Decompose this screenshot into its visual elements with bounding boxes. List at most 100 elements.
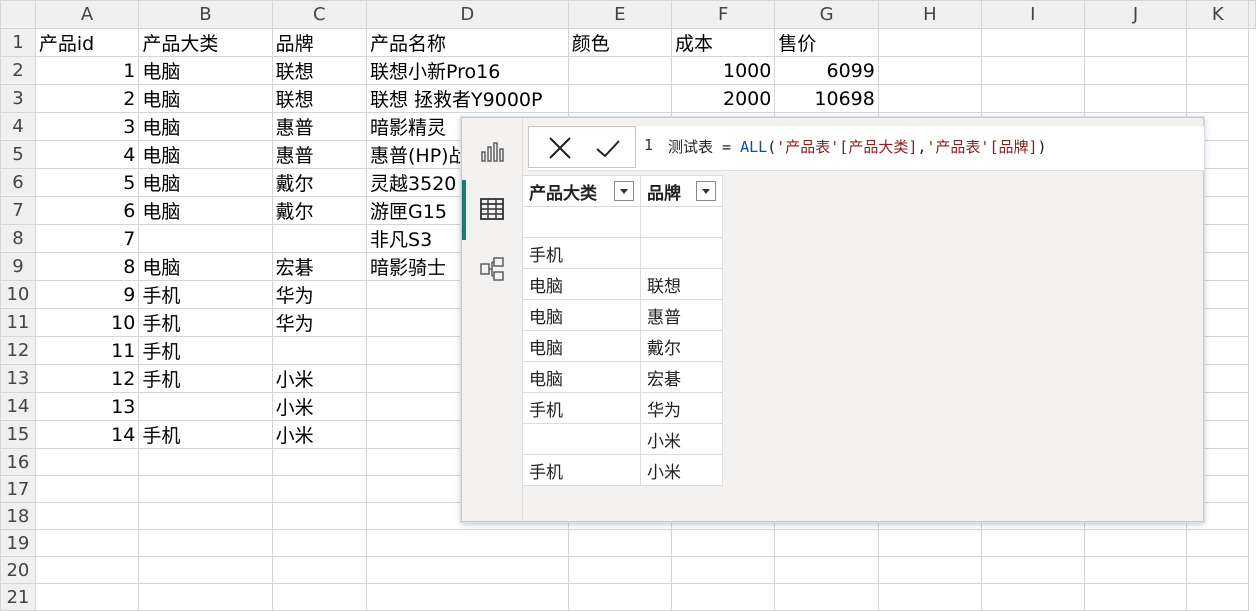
- close-icon[interactable]: [547, 135, 573, 161]
- result-cell[interactable]: 戴尔: [640, 330, 723, 362]
- result-cell[interactable]: 联想: [640, 268, 723, 300]
- cell[interactable]: [1083, 56, 1188, 85]
- cell[interactable]: [877, 583, 982, 611]
- cell[interactable]: [1083, 28, 1188, 57]
- row-header[interactable]: 3: [0, 84, 36, 113]
- row-header[interactable]: 1: [0, 28, 36, 57]
- cell[interactable]: [366, 583, 569, 611]
- filter-dropdown-icon[interactable]: [696, 181, 716, 201]
- cell[interactable]: 产品大类: [138, 28, 273, 57]
- row-header[interactable]: 12: [0, 336, 36, 365]
- cell[interactable]: [980, 56, 1085, 85]
- cell[interactable]: [567, 556, 672, 584]
- table-view-icon[interactable]: [479, 196, 505, 222]
- cell[interactable]: 2000: [670, 84, 776, 113]
- cell[interactable]: 13: [34, 392, 140, 421]
- cell[interactable]: 联想小新Pro16: [366, 56, 569, 85]
- row-header[interactable]: 8: [0, 224, 36, 253]
- cell[interactable]: 小米: [271, 392, 368, 421]
- cell[interactable]: [138, 502, 273, 530]
- cell[interactable]: [271, 556, 368, 584]
- cell[interactable]: [1186, 529, 1249, 557]
- cell[interactable]: [567, 583, 672, 611]
- cell[interactable]: 4: [34, 140, 140, 169]
- row-header[interactable]: 16: [0, 448, 36, 476]
- cell[interactable]: 联想: [271, 84, 368, 113]
- column-header[interactable]: [1248, 0, 1256, 29]
- cell[interactable]: [271, 448, 368, 476]
- cell[interactable]: 华为: [271, 280, 368, 309]
- cell[interactable]: [271, 529, 368, 557]
- cell[interactable]: 电脑: [138, 112, 273, 141]
- cell[interactable]: [34, 448, 140, 476]
- cell[interactable]: [366, 556, 569, 584]
- cell[interactable]: [670, 556, 776, 584]
- cell[interactable]: 7: [34, 224, 140, 253]
- result-cell[interactable]: 手机: [522, 454, 641, 486]
- cell[interactable]: [670, 529, 776, 557]
- cell[interactable]: [138, 448, 273, 476]
- row-header[interactable]: 18: [0, 502, 36, 530]
- row-header[interactable]: 11: [0, 308, 36, 337]
- cell[interactable]: 产品名称: [366, 28, 569, 57]
- cell[interactable]: 9: [34, 280, 140, 309]
- cell[interactable]: [138, 392, 273, 421]
- row-header[interactable]: 7: [0, 196, 36, 225]
- cell[interactable]: [34, 556, 140, 584]
- cell[interactable]: [1186, 583, 1249, 611]
- row-header[interactable]: 21: [0, 583, 36, 611]
- cell[interactable]: [1083, 583, 1188, 611]
- cell[interactable]: 2: [34, 84, 140, 113]
- cell[interactable]: [271, 224, 368, 253]
- cell[interactable]: 手机: [138, 280, 273, 309]
- cell[interactable]: [980, 84, 1085, 113]
- cell[interactable]: 联想: [271, 56, 368, 85]
- cell[interactable]: [567, 529, 672, 557]
- cell[interactable]: [567, 56, 672, 85]
- result-cell[interactable]: 电脑: [522, 330, 641, 362]
- cell[interactable]: [567, 84, 672, 113]
- row-header[interactable]: 5: [0, 140, 36, 169]
- column-header[interactable]: E: [567, 0, 672, 29]
- cell[interactable]: [980, 529, 1085, 557]
- cell[interactable]: 电脑: [138, 252, 273, 281]
- filter-dropdown-icon[interactable]: [614, 181, 634, 201]
- row-header[interactable]: 6: [0, 168, 36, 197]
- cell[interactable]: 联想 拯救者Y9000P: [366, 84, 569, 113]
- result-cell[interactable]: 小米: [640, 423, 723, 455]
- cell[interactable]: [34, 529, 140, 557]
- cell[interactable]: [774, 556, 879, 584]
- formula-input[interactable]: 测试表 = ALL('产品表'[产品大类],'产品表'[品牌]): [668, 136, 1047, 157]
- cell[interactable]: [1186, 84, 1249, 113]
- column-header[interactable]: D: [366, 0, 569, 29]
- result-cell[interactable]: [640, 237, 723, 269]
- cell[interactable]: 电脑: [138, 56, 273, 85]
- report-view-icon[interactable]: [479, 138, 505, 164]
- cell[interactable]: 戴尔: [271, 196, 368, 225]
- cell[interactable]: 12: [34, 364, 140, 393]
- cell[interactable]: [877, 56, 982, 85]
- column-header[interactable]: I: [980, 0, 1085, 29]
- cell[interactable]: 11: [34, 336, 140, 365]
- result-cell[interactable]: [522, 423, 641, 455]
- result-cell[interactable]: 华为: [640, 392, 723, 424]
- cell[interactable]: [877, 556, 982, 584]
- cell[interactable]: 5: [34, 168, 140, 197]
- column-header[interactable]: B: [138, 0, 273, 29]
- cell[interactable]: 售价: [774, 28, 879, 57]
- cell[interactable]: 电脑: [138, 84, 273, 113]
- result-cell[interactable]: 惠普: [640, 299, 723, 331]
- cell[interactable]: 10: [34, 308, 140, 337]
- result-cell[interactable]: [522, 206, 641, 238]
- cell[interactable]: [271, 336, 368, 365]
- cell[interactable]: 14: [34, 420, 140, 449]
- cell[interactable]: 电脑: [138, 140, 273, 169]
- cell[interactable]: [980, 556, 1085, 584]
- column-header[interactable]: A: [34, 0, 140, 29]
- cell[interactable]: 产品id: [34, 28, 140, 57]
- result-cell[interactable]: 宏碁: [640, 361, 723, 393]
- cell[interactable]: [138, 556, 273, 584]
- row-header[interactable]: 20: [0, 556, 36, 584]
- result-cell[interactable]: 手机: [522, 237, 641, 269]
- row-header[interactable]: 19: [0, 529, 36, 557]
